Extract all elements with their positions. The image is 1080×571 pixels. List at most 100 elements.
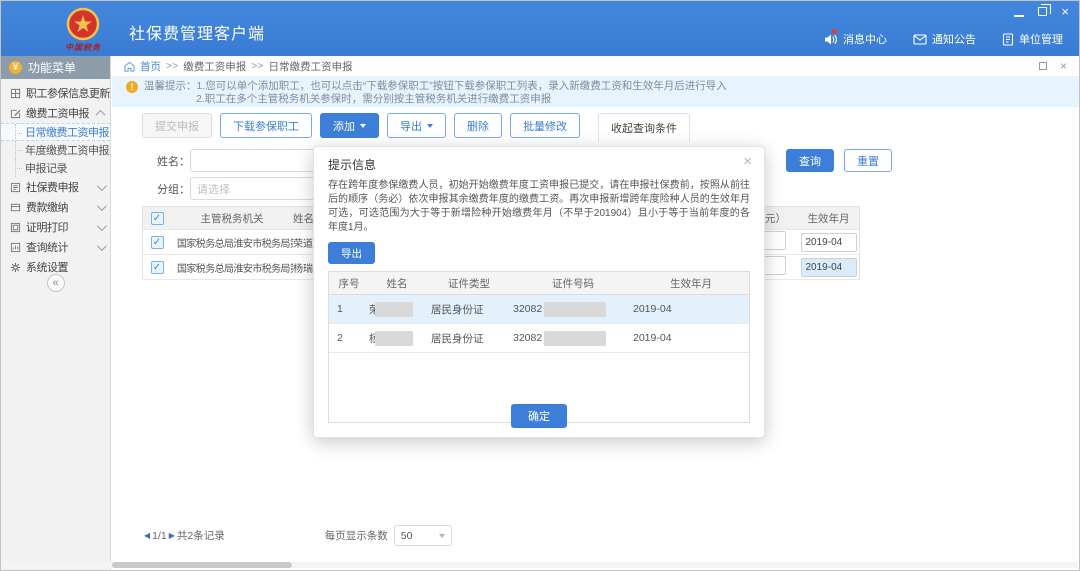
total-records: 共2条记录	[177, 528, 225, 543]
nav-announcements[interactable]: 通知公告	[913, 31, 976, 47]
prev-page-button[interactable]: ◀	[144, 531, 150, 540]
add-button[interactable]: 添加	[320, 113, 379, 138]
chevron-down-icon	[97, 201, 107, 211]
sidebar-item-wage-declaration[interactable]: 缴费工资申报	[1, 103, 110, 123]
scrollbar-thumb[interactable]	[112, 562, 292, 568]
page-indicator: 1/1	[152, 530, 167, 542]
prompt-dialog: 提示信息 × 存在跨年度参保缴费人员，初始开始缴费年度工资申报已提交，请在申报社…	[313, 146, 765, 438]
select-all-checkbox[interactable]: ✓	[151, 212, 164, 225]
sidebar-item-query-statistics[interactable]: 查询统计	[1, 237, 110, 257]
per-page-select[interactable]: 50	[394, 525, 452, 546]
name-label: 姓名：	[142, 153, 190, 169]
cell-cert-no: 32082	[513, 331, 633, 346]
menu-icon: ¥	[9, 61, 22, 74]
reset-button[interactable]: 重置	[844, 149, 892, 172]
dialog-confirm-button[interactable]: 确定	[511, 404, 567, 428]
search-button[interactable]: 查询	[786, 149, 834, 172]
cell-tax-authority: 国家税务总局淮安市税务局第三税务分局	[171, 235, 293, 250]
nav-label: 消息中心	[843, 31, 887, 47]
chart-icon	[10, 242, 21, 253]
chevron-down-icon	[439, 534, 445, 538]
chevron-up-icon	[96, 109, 106, 119]
sidebar-item-fee-payment[interactable]: 费款缴纳	[1, 197, 110, 217]
breadcrumb-separator: >>	[251, 60, 263, 72]
print-icon	[10, 222, 21, 233]
batch-edit-button[interactable]: 批量修改	[510, 113, 580, 138]
dialog-close-icon[interactable]: ×	[743, 154, 752, 169]
effective-month-input[interactable]	[801, 258, 857, 277]
breadcrumb-separator: >>	[166, 60, 178, 72]
nav-unit-management[interactable]: 单位管理	[1002, 31, 1063, 47]
dialog-table-header: 序号 姓名 证件类型 证件号码 生效年月	[329, 272, 749, 295]
close-button[interactable]: ×	[1061, 5, 1069, 18]
national-emblem-icon	[66, 7, 100, 41]
cell-name: 杨	[369, 331, 425, 346]
sidebar-subitem-annual-wage-declaration[interactable]: 年度缴费工资申报	[1, 141, 110, 159]
tip-banner: ! 温馨提示：1.您可以单个添加职工，也可以点击“下载参保职工”按钮下载参保职工…	[112, 77, 1079, 107]
dialog-export-button[interactable]: 导出	[328, 242, 375, 264]
row-checkbox[interactable]: ✓	[151, 261, 164, 274]
chevron-down-icon	[97, 221, 107, 231]
row-checkbox[interactable]: ✓	[151, 236, 164, 249]
content-close-icon[interactable]: ×	[1060, 61, 1067, 71]
content-maximize-icon[interactable]	[1039, 62, 1047, 70]
cell-name: 荣	[369, 302, 425, 317]
speaker-icon	[824, 33, 838, 46]
delete-button[interactable]: 删除	[454, 113, 502, 138]
dialog-title: 提示信息	[314, 147, 764, 179]
breadcrumb-home[interactable]: 首页	[140, 59, 161, 74]
col-name: 姓名	[369, 276, 425, 291]
sidebar-subitem-declaration-records[interactable]: 申报记录	[1, 159, 110, 177]
col-effective-month: 生效年月	[796, 211, 861, 226]
notification-dot	[832, 29, 837, 34]
cell-seq: 2	[329, 332, 369, 344]
col-cert-type: 证件类型	[425, 276, 513, 291]
nav-label: 通知公告	[932, 31, 976, 47]
nav-label: 单位管理	[1019, 31, 1063, 47]
grid-icon	[10, 88, 21, 99]
dialog-table: 序号 姓名 证件类型 证件号码 生效年月 1 荣 居民身份证 32082 201…	[328, 271, 750, 423]
app-logo: 中国税务	[53, 7, 113, 53]
effective-month-input[interactable]	[801, 233, 857, 252]
pagination: ◀ 1/1 ▶ 共2条记录 每页显示条数 50	[142, 525, 452, 546]
sidebar: ¥ 功能菜单 职工参保信息更新 缴费工资申报 日常缴费工资申报 年	[1, 56, 111, 570]
dialog-message: 存在跨年度参保缴费人员，初始开始缴费年度工资申报已提交，请在申报社保费前，按照从…	[314, 179, 764, 235]
redaction-box	[375, 302, 413, 317]
per-page-label: 每页显示条数	[325, 528, 388, 543]
sidebar-header-label: 功能菜单	[28, 59, 76, 76]
download-insured-employees-button[interactable]: 下载参保职工	[220, 113, 312, 138]
sidebar-collapse-button[interactable]: «	[47, 274, 65, 292]
export-button[interactable]: 导出	[387, 113, 446, 138]
nav-message-center[interactable]: 消息中心	[824, 31, 887, 47]
redaction-box	[375, 331, 413, 346]
toolbar: 提交申报 下载参保职工 添加 导出 删除 批量修改 收起查询条件	[142, 113, 1079, 142]
sidebar-item-employee-info-update[interactable]: 职工参保信息更新	[1, 83, 110, 103]
col-tax-authority: 主管税务机关	[171, 211, 293, 226]
cell-tax-authority: 国家税务总局淮安市税务局第三税务分局	[171, 260, 293, 275]
content-window-icons: ×	[1039, 61, 1067, 71]
chevron-down-icon	[360, 124, 366, 128]
cell-effective-month: 2019-04	[633, 332, 749, 344]
col-effective-month: 生效年月	[633, 276, 749, 291]
cell-cert-no: 32082	[513, 302, 633, 317]
sidebar-subitem-daily-wage-declaration[interactable]: 日常缴费工资申报	[1, 123, 110, 141]
organization-icon	[1002, 33, 1014, 46]
minimize-button[interactable]	[1014, 15, 1024, 17]
cell-cert-type: 居民身份证	[425, 331, 513, 346]
next-page-button[interactable]: ▶	[169, 531, 175, 540]
sidebar-header: ¥ 功能菜单	[1, 56, 110, 79]
submit-declaration-button[interactable]: 提交申报	[142, 113, 212, 138]
restore-button[interactable]	[1038, 7, 1047, 16]
titlebar: 中国税务 社保费管理客户端 × 消息中心 通知公告	[1, 1, 1079, 56]
cell-cert-type: 居民身份证	[425, 302, 513, 317]
collapse-query-button[interactable]: 收起查询条件	[598, 113, 690, 142]
document-icon	[10, 182, 21, 193]
sidebar-item-certificate-printing[interactable]: 证明打印	[1, 217, 110, 237]
redaction-box	[544, 331, 606, 346]
app-title: 社保费管理客户端	[129, 20, 265, 44]
logo-caption: 中国税务	[53, 42, 113, 53]
chevron-down-icon	[427, 124, 433, 128]
col-seq: 序号	[329, 276, 369, 291]
edit-icon	[10, 108, 21, 119]
sidebar-item-social-insurance-declaration[interactable]: 社保费申报	[1, 177, 110, 197]
